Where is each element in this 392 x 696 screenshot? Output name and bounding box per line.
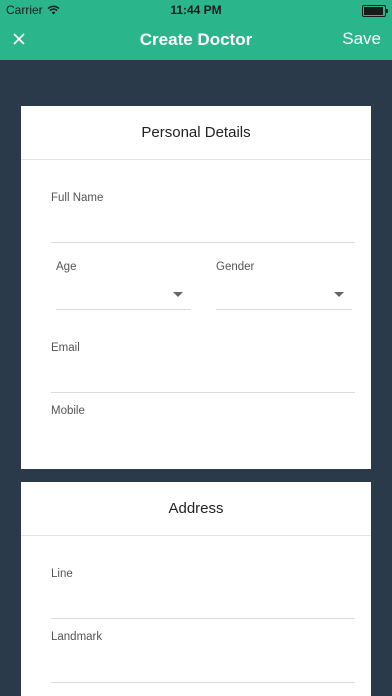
email-label: Email	[51, 342, 80, 354]
gender-underline	[216, 309, 352, 310]
battery-icon	[362, 5, 388, 17]
chevron-down-icon	[334, 292, 344, 297]
line-label: Line	[51, 568, 73, 580]
gender-label: Gender	[216, 261, 255, 273]
full-name-underline	[51, 242, 355, 243]
landmark-field[interactable]: Landmark	[51, 631, 355, 696]
landmark-label: Landmark	[51, 631, 103, 643]
mobile-field[interactable]: Mobile	[51, 405, 355, 457]
landmark-underline	[51, 682, 355, 683]
full-name-field[interactable]: Full Name	[51, 192, 355, 244]
status-bar: Carrier 11:44 PM	[0, 0, 392, 20]
line-field[interactable]: Line	[51, 568, 355, 620]
email-underline	[51, 392, 355, 393]
full-name-label: Full Name	[51, 192, 104, 204]
nav-bar: Create Doctor Save	[0, 20, 392, 60]
gender-select[interactable]: Gender	[216, 261, 352, 311]
age-label: Age	[56, 261, 77, 273]
email-field[interactable]: Email	[51, 342, 355, 394]
age-select[interactable]: Age	[56, 261, 191, 311]
page-title: Create Doctor	[139, 30, 253, 49]
address-card: Address Line Landmark	[21, 482, 371, 696]
address-title: Address	[21, 482, 371, 536]
chevron-down-icon	[173, 292, 183, 297]
line-underline	[51, 618, 355, 619]
status-time: 11:44 PM	[170, 3, 222, 17]
save-button[interactable]: Save	[342, 29, 381, 49]
personal-details-title: Personal Details	[21, 106, 371, 160]
mobile-label: Mobile	[51, 405, 85, 417]
battery-level	[364, 7, 383, 15]
age-underline	[56, 309, 191, 310]
personal-details-card: Personal Details Full Name Age Gender Em…	[21, 106, 371, 469]
